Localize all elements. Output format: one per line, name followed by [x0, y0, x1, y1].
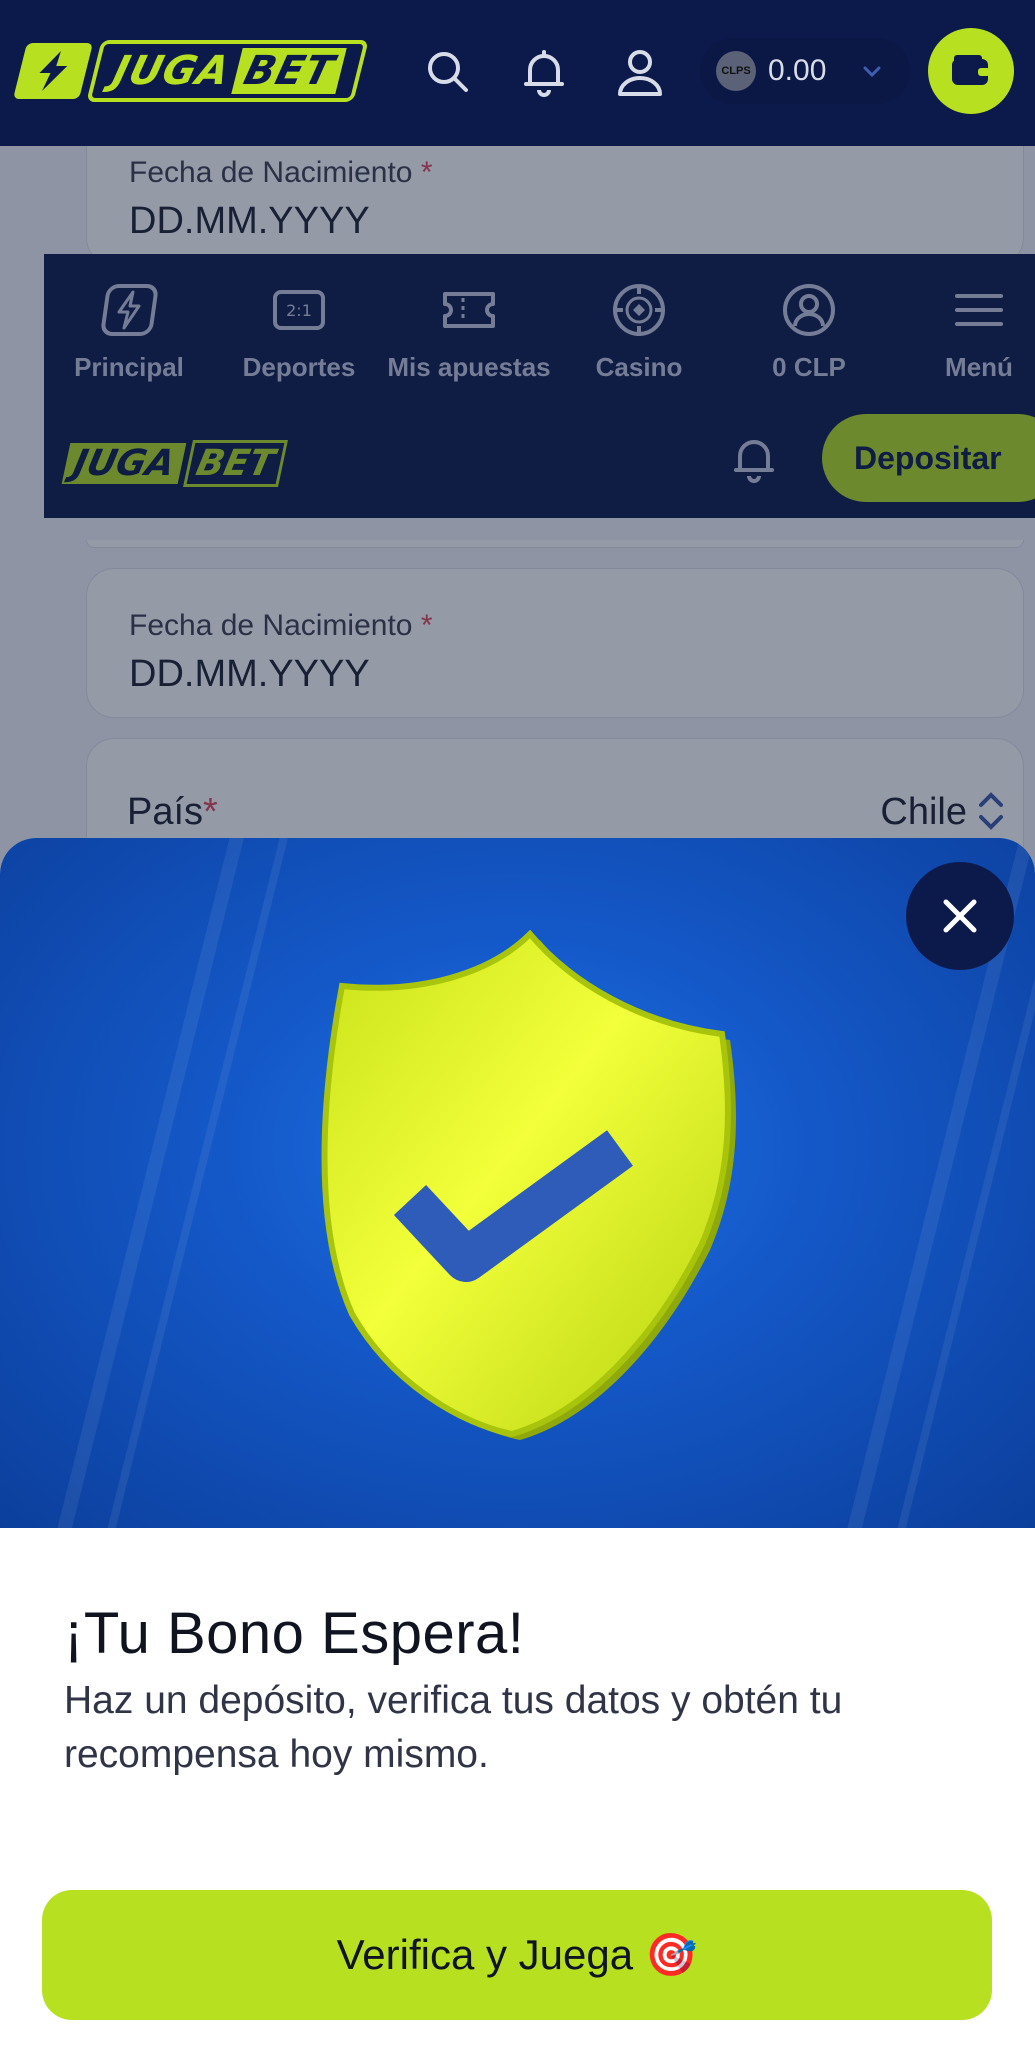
balance-selector[interactable]: CLPS 0.00 [700, 38, 910, 104]
logo-text-juga: JUGA [108, 48, 235, 94]
modal-title: ¡Tu Bono Espera! [64, 1601, 525, 1666]
bonus-modal: ¡Tu Bono Espera! Haz un depósito, verifi… [0, 838, 1035, 2048]
chevron-down-icon [863, 66, 881, 78]
target-emoji-icon: 🎯 [645, 1930, 698, 1978]
logo-text-bet: BET [231, 48, 348, 94]
bell-icon[interactable] [516, 44, 572, 100]
logo-wordmark: JUGA BET [86, 40, 369, 102]
verify-and-play-button[interactable]: Verifica y Juega 🎯 [42, 1890, 992, 2020]
search-icon[interactable] [420, 44, 476, 100]
user-icon[interactable] [612, 44, 668, 100]
lightning-logo-icon [13, 43, 93, 99]
close-button[interactable] [906, 862, 1014, 970]
jugabet-logo[interactable]: JUGA BET [13, 40, 369, 102]
bg-stripe [93, 838, 295, 1528]
close-icon [943, 899, 977, 933]
balance-amount: 0.00 [768, 54, 827, 87]
top-header: JUGA BET CLPS 0.00 [0, 0, 1035, 146]
shield-check-icon [321, 930, 736, 1440]
wallet-icon [952, 55, 990, 85]
cta-label: Verifica y Juega [336, 1931, 634, 1978]
modal-description: Haz un depósito, verifica tus datos y ob… [64, 1679, 843, 1776]
hero-banner [0, 838, 1035, 1528]
bg-stripe [43, 838, 251, 1528]
currency-coin-icon: CLPS [716, 51, 756, 91]
wallet-button[interactable] [928, 28, 1014, 114]
